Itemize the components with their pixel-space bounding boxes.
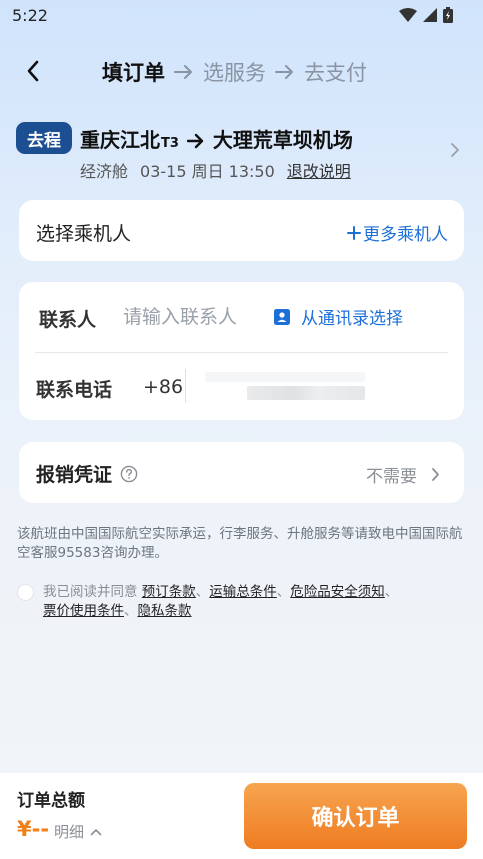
- bottom-bar: 订单总额 ¥-- 明细 确认订单: [0, 773, 483, 859]
- plus-icon: [347, 225, 361, 240]
- addressbook-label: 从通讯录选择: [301, 309, 403, 329]
- chevron-right-icon: [432, 468, 439, 481]
- phone-input[interactable]: [199, 366, 369, 408]
- booking-terms-link[interactable]: 预订条款: [142, 584, 196, 600]
- contact-name-label: 联系人: [39, 309, 97, 331]
- destination-airport: 大理荒草坝机场: [212, 128, 353, 152]
- flight-info: 经济舱 03-15 周日 13:50 退改说明: [80, 158, 351, 182]
- masked-phone-number: [205, 372, 365, 382]
- agreement: 我已阅读并同意 预订条款、运输总条件、危险品安全须知、 票价使用条件、隐私条款: [17, 583, 467, 621]
- separator: 、: [124, 603, 138, 619]
- carrier-notice: 该航班由中国国际航空实际承运，行李服务、升舱服务等请致电中国国际航空客服9558…: [17, 526, 463, 561]
- status-bar: 5:22: [0, 0, 483, 34]
- contacts-book-icon: [274, 308, 290, 325]
- order-total-amount: ¥--: [17, 817, 50, 841]
- trip-badge: 去程: [16, 122, 72, 154]
- chevron-right-icon: [450, 142, 460, 162]
- separator: 、: [276, 584, 291, 600]
- divider: [35, 352, 448, 353]
- transport-conditions-link[interactable]: 运输总条件: [209, 584, 277, 600]
- battery-icon: [443, 7, 453, 23]
- price-detail-label: 明细: [54, 823, 85, 841]
- nav-bar: 填订单 选服务 去支付: [0, 48, 483, 92]
- help-icon[interactable]: [120, 465, 138, 483]
- arrow-right-icon: [275, 64, 295, 80]
- flight-summary[interactable]: 去程 重庆江北 T3 大理荒草坝机场 经济舱 03-15 周日 13:50 退改…: [16, 118, 466, 190]
- invoice-selector[interactable]: 不需要: [366, 462, 440, 487]
- agree-checkbox[interactable]: [17, 584, 34, 601]
- flight-route: 重庆江北 T3 大理荒草坝机场: [80, 124, 353, 153]
- wifi-icon: [399, 8, 417, 22]
- step-payment: 去支付: [304, 61, 367, 85]
- price-detail-button[interactable]: 明细: [54, 821, 102, 842]
- origin-airport: 重庆江北: [80, 128, 160, 152]
- signal-icon: [423, 8, 437, 22]
- status-time: 5:22: [12, 6, 48, 25]
- refund-policy-link[interactable]: 退改说明: [287, 158, 351, 182]
- chevron-up-icon: [90, 828, 102, 835]
- invoice-card[interactable]: 报销凭证 不需要: [19, 442, 464, 503]
- status-icons: [399, 7, 453, 23]
- addressbook-button[interactable]: 从通讯录选择: [273, 304, 403, 329]
- phone-label: 联系电话: [36, 379, 113, 401]
- more-passengers-button[interactable]: 更多乘机人: [347, 220, 448, 245]
- invoice-value: 不需要: [366, 467, 417, 487]
- separator: 、: [384, 584, 399, 600]
- masked-phone-number: [247, 386, 365, 400]
- more-passengers-label: 更多乘机人: [363, 225, 448, 245]
- country-code-selector[interactable]: +86: [143, 376, 183, 398]
- progress-steps: 填订单 选服务 去支付: [102, 57, 367, 87]
- agreement-prefix: 我已阅读并同意: [43, 584, 138, 600]
- dangerous-goods-link[interactable]: 危险品安全须知: [290, 584, 385, 600]
- order-total-label: 订单总额: [17, 791, 85, 811]
- cabin-class: 经济舱: [80, 162, 129, 181]
- invoice-title: 报销凭证: [36, 460, 138, 487]
- step-fill-order: 填订单: [102, 61, 165, 85]
- privacy-policy-link[interactable]: 隐私条款: [138, 603, 192, 619]
- arrow-right-icon: [174, 64, 194, 80]
- passenger-title: 选择乘机人: [36, 223, 132, 245]
- confirm-order-button[interactable]: 确认订单: [244, 783, 467, 849]
- arrow-right-icon: [186, 130, 205, 154]
- chevron-left-icon: [27, 60, 39, 82]
- back-button[interactable]: [18, 56, 48, 86]
- agreement-text: 我已阅读并同意 预订条款、运输总条件、危险品安全须知、 票价使用条件、隐私条款: [17, 583, 467, 621]
- contact-card: 联系人 从通讯录选择 联系电话 +86: [19, 282, 464, 420]
- contact-name-input[interactable]: [123, 299, 263, 335]
- separator: 、: [195, 584, 210, 600]
- origin-terminal: T3: [161, 136, 179, 151]
- passenger-card: 选择乘机人 更多乘机人: [19, 200, 464, 261]
- fare-rules-link[interactable]: 票价使用条件: [43, 603, 124, 619]
- step-select-service: 选服务: [203, 61, 266, 85]
- invoice-label: 报销凭证: [36, 464, 113, 486]
- divider: [185, 369, 186, 403]
- flight-datetime: 03-15 周日 13:50: [140, 162, 275, 181]
